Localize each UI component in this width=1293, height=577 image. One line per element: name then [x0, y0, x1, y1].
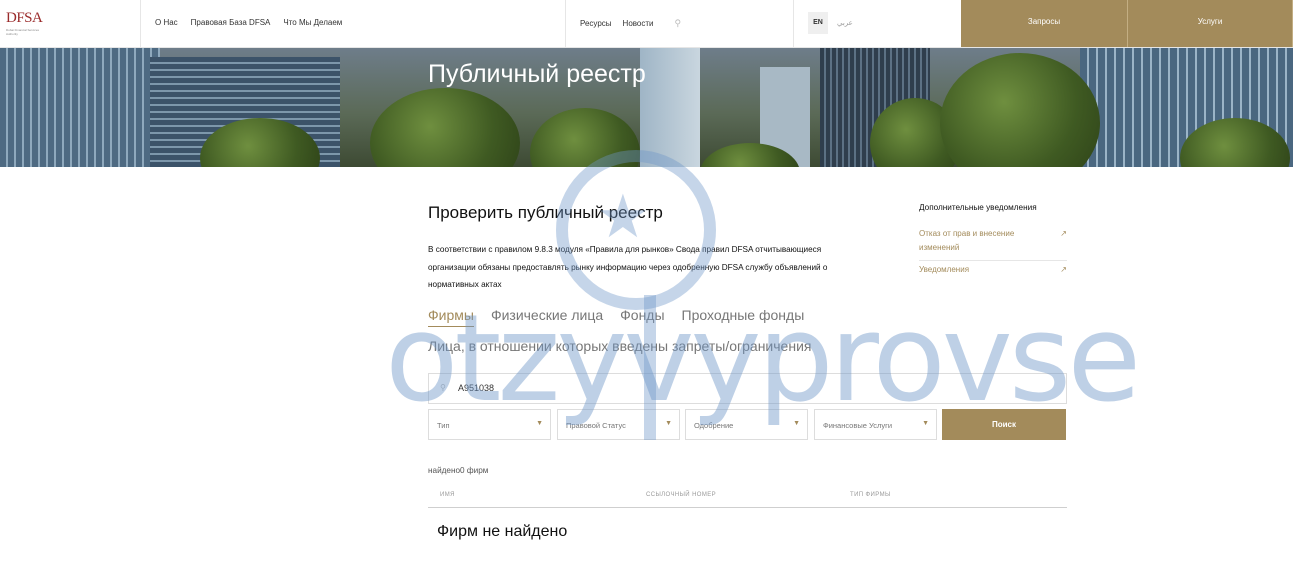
column-header-name: ИМЯ: [440, 492, 455, 498]
nav-what-we-do[interactable]: Что Мы Делаем: [283, 18, 342, 27]
watermark-star-icon: ★: [596, 183, 650, 250]
services-button[interactable]: Услуги: [1128, 0, 1293, 47]
lang-ar-button[interactable]: عربي: [837, 19, 853, 27]
header-divider: [565, 0, 566, 48]
nav-legal-base[interactable]: Правовая База DFSA: [191, 18, 271, 27]
sidebar-title: Дополнительные уведомления: [919, 203, 1037, 212]
results-count: найдено0 фирм: [428, 466, 489, 475]
sidebar-divider: [919, 260, 1067, 261]
search-icon[interactable]: ⚲: [675, 18, 682, 29]
main-nav: О Нас Правовая База DFSA Что Мы Делаем: [155, 18, 342, 27]
watermark-text: otzyvyprovse: [385, 290, 1141, 429]
requests-button[interactable]: Запросы: [961, 0, 1128, 47]
tree-image: [370, 88, 520, 167]
sidebar-link-label: Уведомления: [919, 265, 970, 274]
external-link-icon: ↗: [1060, 265, 1067, 274]
logo-text: DFSA: [6, 10, 43, 26]
column-header-reference: ССЫЛОЧНЫЙ НОМЕР: [646, 492, 717, 498]
column-header-firm-type: ТИП ФИРМЫ: [850, 492, 891, 498]
building-image: [640, 48, 700, 167]
no-results-message: Фирм не найдено: [437, 523, 568, 540]
sidebar-link-notices[interactable]: Уведомления ↗: [919, 263, 1067, 277]
secondary-nav: Ресурсы Новости ⚲: [580, 18, 681, 29]
dfsa-logo[interactable]: DFSA Dubai Financial Services Authority: [6, 9, 50, 39]
external-link-icon: ↗: [1060, 229, 1067, 238]
top-header: DFSA Dubai Financial Services Authority …: [0, 0, 1293, 48]
sidebar-link-label: Отказ от прав и внесение изменений: [919, 229, 1015, 252]
header-divider: [793, 0, 794, 48]
sidebar-link-waivers[interactable]: Отказ от прав и внесение изменений ↗: [919, 227, 1067, 255]
nav-news[interactable]: Новости: [623, 19, 654, 28]
nav-resources[interactable]: Ресурсы: [580, 19, 612, 28]
page-title: Публичный реестр: [428, 60, 646, 88]
logo-subtitle: Dubai Financial Services Authority: [6, 28, 40, 36]
table-divider: [428, 507, 1067, 508]
hero-banner: Публичный реестр: [0, 48, 1293, 167]
header-divider: [140, 0, 141, 48]
nav-about[interactable]: О Нас: [155, 18, 178, 27]
building-image: [0, 48, 160, 167]
lang-en-button[interactable]: EN: [808, 12, 828, 34]
tree-image: [940, 53, 1100, 167]
